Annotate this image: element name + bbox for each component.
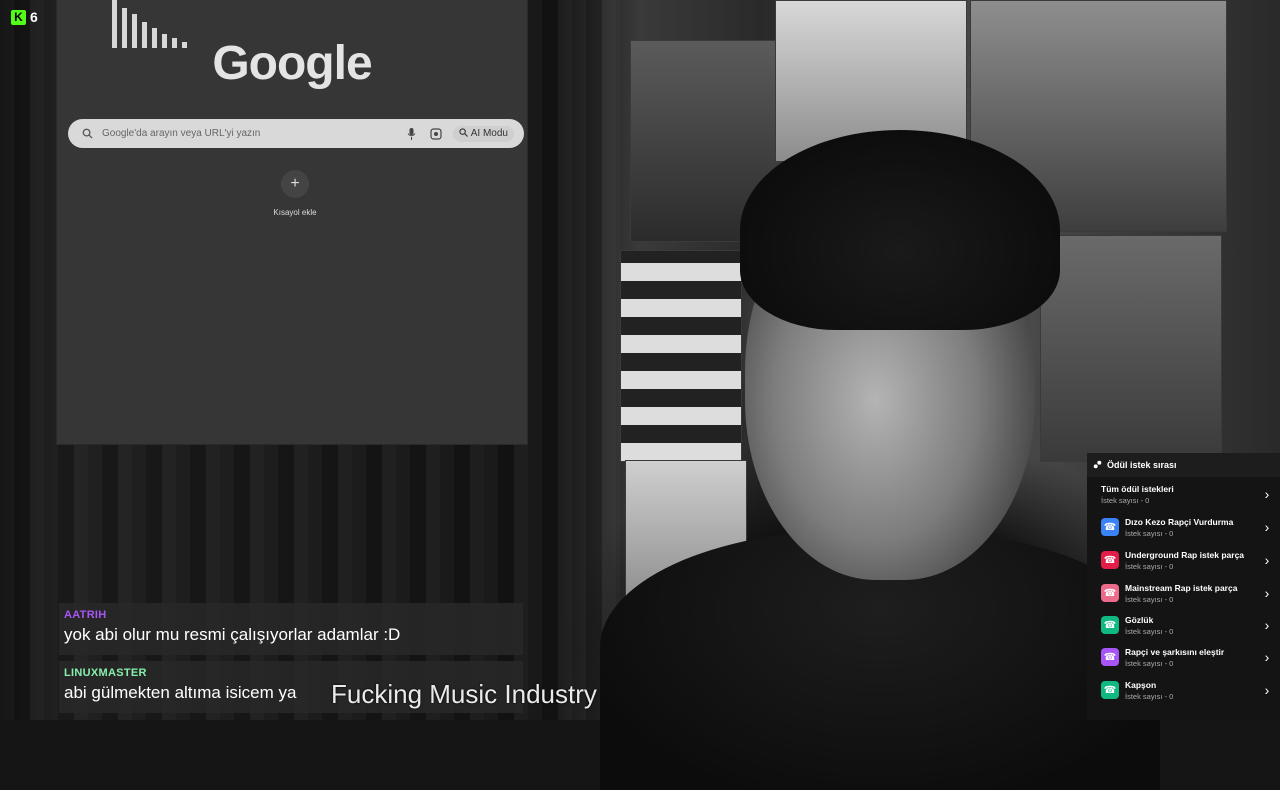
plus-icon[interactable]: + — [281, 170, 309, 198]
viewer-count: 6 — [30, 9, 38, 25]
reward-icon: ☎ — [1101, 551, 1119, 569]
reward-title: Gözlük — [1125, 614, 1154, 625]
chat-text: yok abi olur mu resmi çalışıyorlar adaml… — [64, 625, 401, 644]
reward-title: Mainstream Rap istek parça — [1125, 582, 1238, 593]
chat-username: AATRIH — [64, 609, 107, 621]
reward-item[interactable]: ☎ Gözlük İstek sayısı - 0 › — [1087, 610, 1280, 640]
queue-icon — [1093, 460, 1102, 471]
chevron-right-icon: › — [1264, 649, 1270, 665]
reward-item[interactable]: ☎ Rapçi ve şarkısını eleştir İstek sayıs… — [1087, 642, 1280, 672]
reward-icon: ☎ — [1101, 518, 1119, 536]
reward-count: İstek sayısı - 0 — [1125, 626, 1174, 636]
reward-item[interactable]: ☎ Kapşon İstek sayısı - 0 › — [1087, 675, 1280, 705]
reward-title: Dızo Kezo Rapçi Vurdurma — [1125, 516, 1234, 527]
reward-count: İstek sayısı - 0 — [1125, 658, 1174, 668]
streamer-webcam — [600, 110, 1160, 790]
reward-queue-panel: Ödül istek sırası Tüm ödül istekleri İst… — [1087, 453, 1280, 720]
microphone-icon[interactable] — [403, 125, 421, 143]
chevron-right-icon: › — [1264, 617, 1270, 633]
lens-camera-icon[interactable] — [427, 125, 445, 143]
reward-count: İstek sayısı - 0 — [1125, 561, 1174, 571]
chevron-right-icon: › — [1264, 682, 1270, 698]
reward-item-all[interactable]: Tüm ödül istekleri İstek sayısı - 0 › — [1087, 479, 1280, 509]
ai-mode-button[interactable]: AI Modu — [452, 125, 514, 142]
google-logo: Google — [212, 37, 372, 90]
search-input[interactable] — [100, 127, 397, 140]
chat-message: AATRIH yok abi olur mu resmi çalışıyorla… — [59, 603, 523, 655]
ai-mode-label: AI Modu — [470, 128, 508, 139]
reward-title: Tüm ödül istekleri — [1101, 483, 1174, 494]
chevron-right-icon: › — [1264, 486, 1270, 502]
reward-icon: ☎ — [1101, 648, 1119, 666]
reward-title: Kapşon — [1125, 679, 1157, 690]
chevron-right-icon: › — [1264, 519, 1270, 535]
reward-icon: ☎ — [1101, 584, 1119, 602]
reward-panel-header: Ödül istek sırası — [1087, 453, 1280, 477]
reward-count: İstek sayısı - 0 — [1101, 495, 1150, 505]
add-shortcut-label: Kısayol ekle — [273, 208, 317, 217]
kick-logo-icon: K — [11, 9, 26, 25]
streamer-hair — [740, 130, 1060, 330]
search-icon — [80, 127, 94, 141]
chat-username: LINUXMASTER — [64, 667, 147, 679]
reward-icon: ☎ — [1101, 681, 1119, 699]
reward-title: Rapçi ve şarkısını eleştir — [1125, 646, 1225, 657]
chevron-right-icon: › — [1264, 552, 1270, 568]
browser-new-tab-capture: Google AI Modu + Kısayol ekle — [57, 0, 527, 444]
reward-panel-title: Ödül istek sırası — [1107, 460, 1177, 470]
reward-item[interactable]: ☎ Mainstream Rap istek parça İstek sayıs… — [1087, 578, 1280, 608]
ai-search-icon — [459, 127, 468, 140]
now-playing-title: Fucking Music Industry — [331, 679, 597, 709]
reward-count: İstek sayısı - 0 — [1125, 691, 1174, 701]
reward-title: Underground Rap istek parça — [1125, 549, 1245, 560]
viewer-badge: K 6 — [11, 9, 38, 25]
reward-count: İstek sayısı - 0 — [1125, 528, 1174, 538]
add-shortcut[interactable]: + Kısayol ekle — [265, 170, 325, 217]
reward-count: İstek sayısı - 0 — [1125, 594, 1174, 604]
reward-item[interactable]: ☎ Dızo Kezo Rapçi Vurdurma İstek sayısı … — [1087, 512, 1280, 542]
chevron-right-icon: › — [1264, 585, 1270, 601]
reward-item[interactable]: ☎ Underground Rap istek parça İstek sayı… — [1087, 545, 1280, 575]
search-bar[interactable]: AI Modu — [68, 119, 524, 148]
reward-icon: ☎ — [1101, 616, 1119, 634]
